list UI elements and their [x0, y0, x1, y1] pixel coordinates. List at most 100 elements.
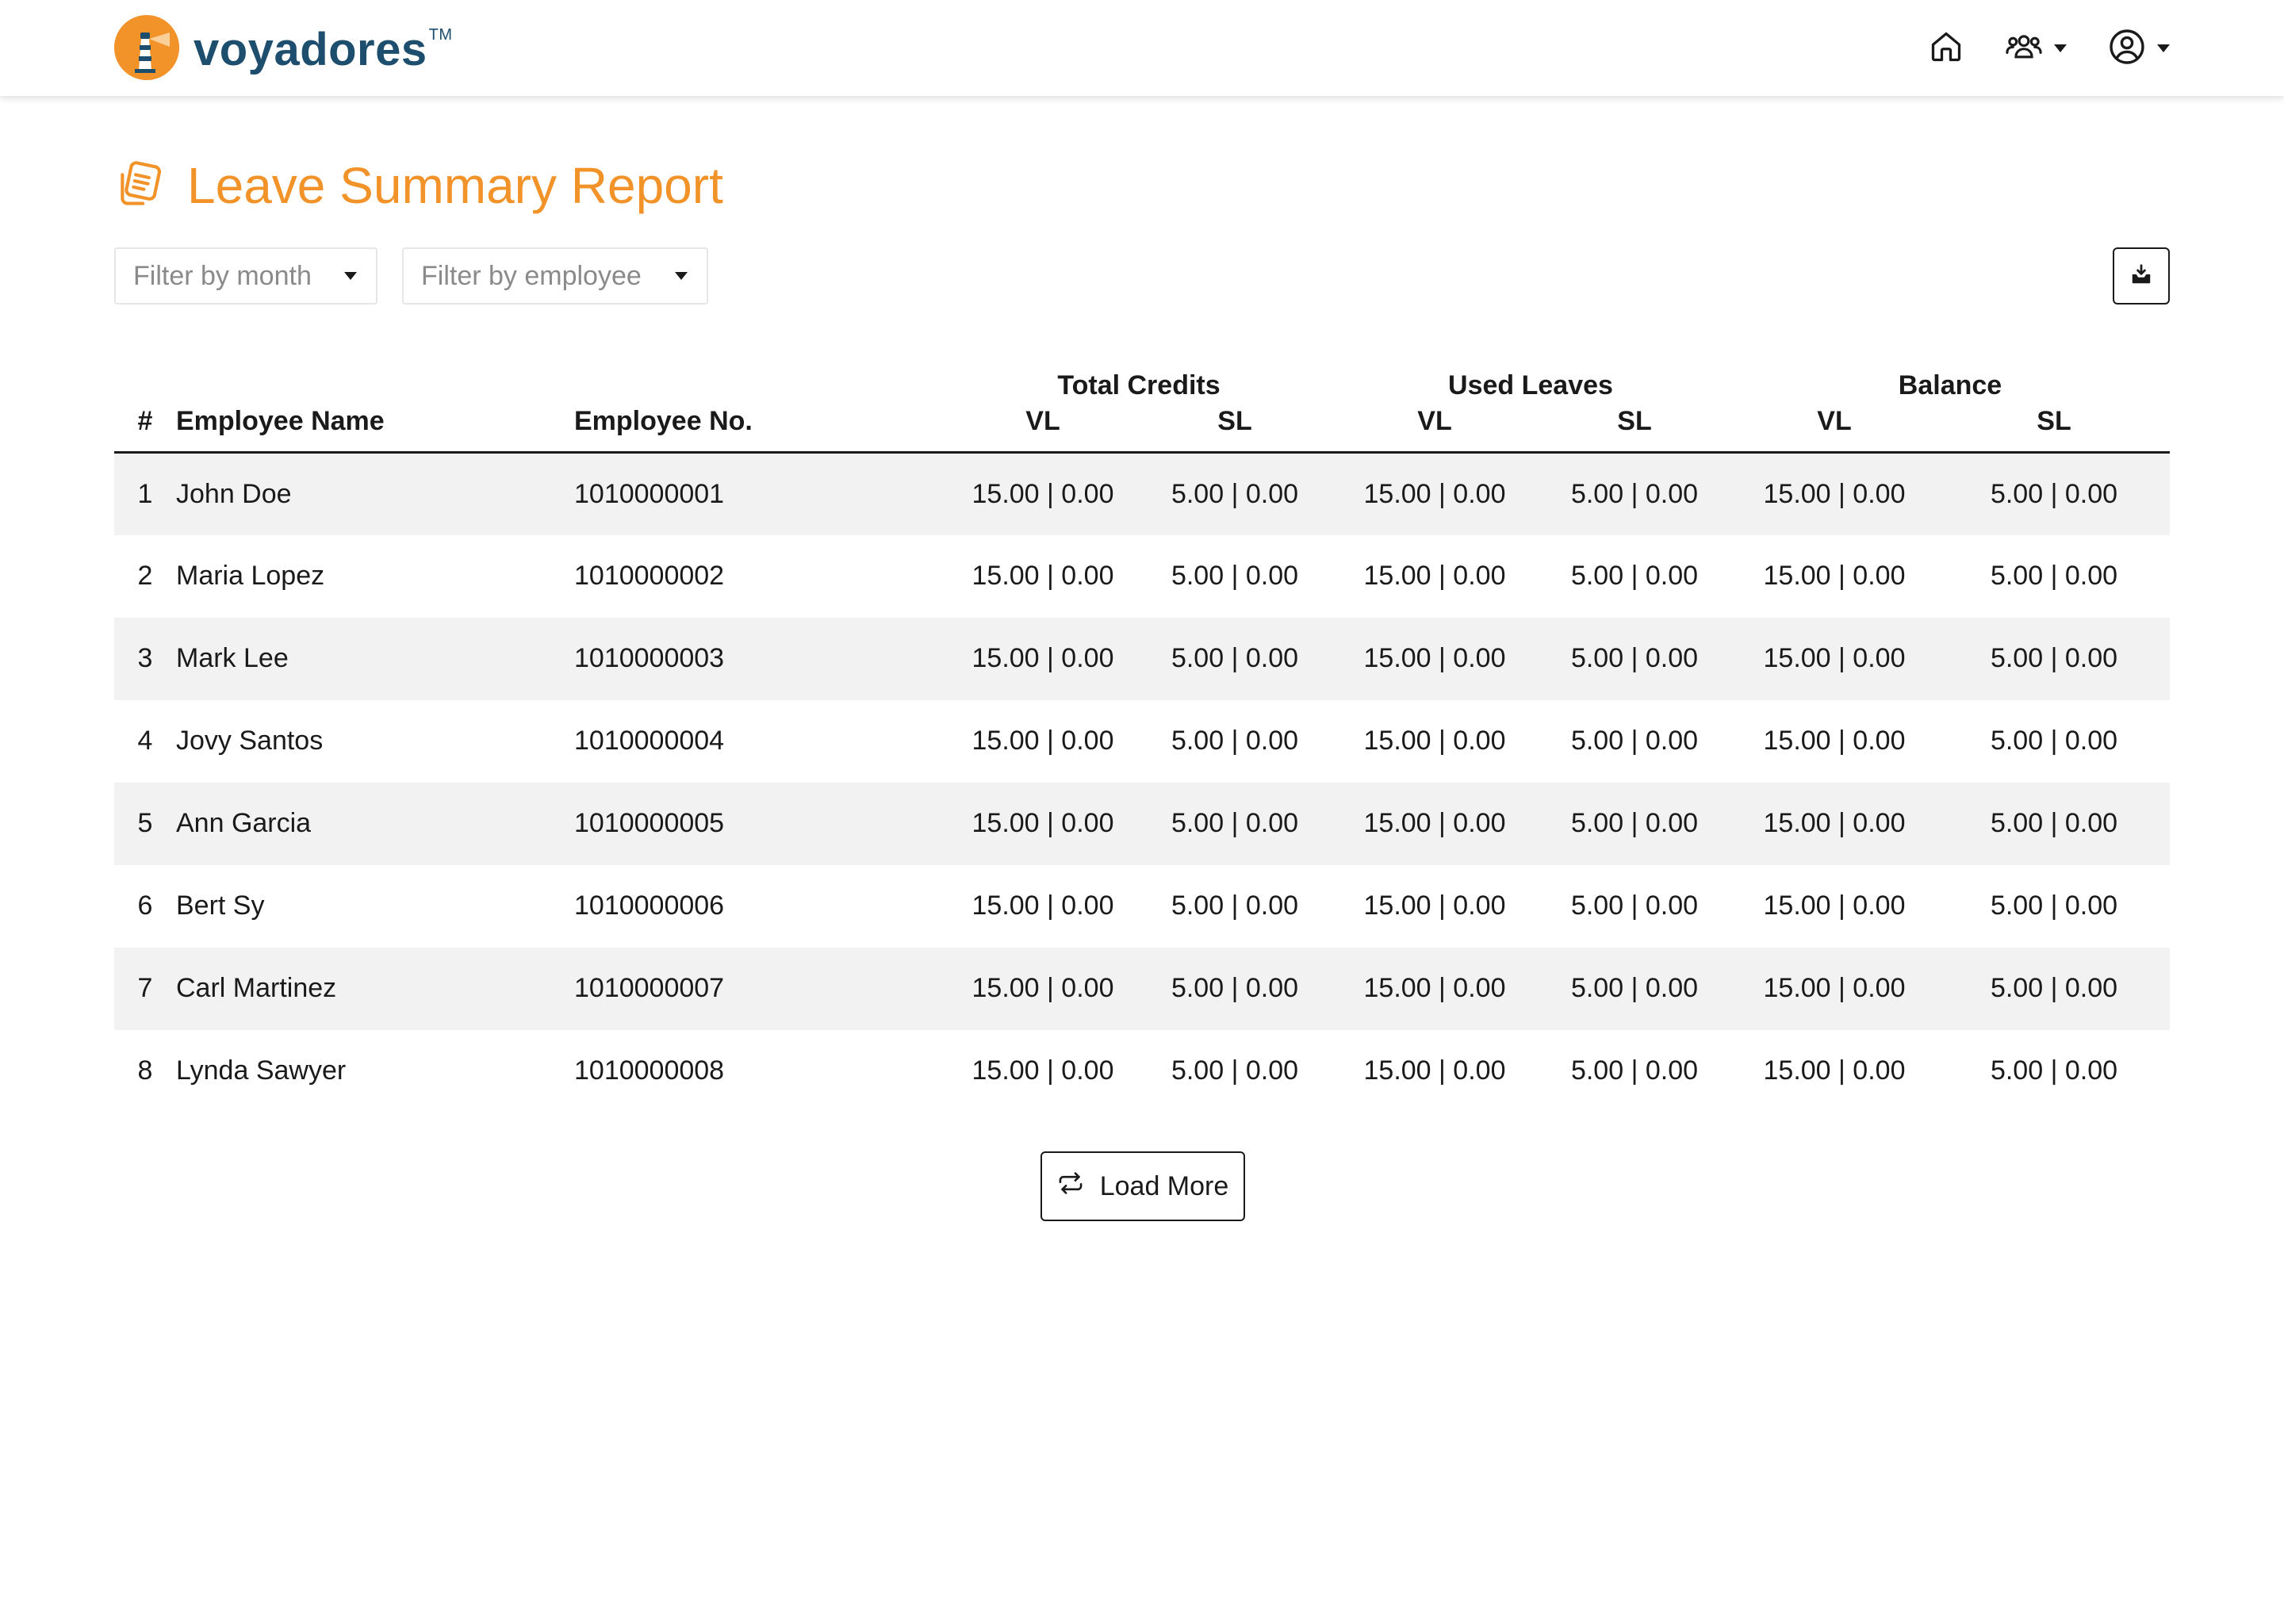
cell-row-number: 1 — [114, 452, 176, 535]
nav-actions — [1929, 24, 2170, 73]
cell-employee-name: Maria Lopez — [176, 534, 574, 618]
cell-used-leaves-vl: 15.00 | 0.00 — [1331, 452, 1539, 535]
cell-total-credits-vl: 15.00 | 0.00 — [947, 534, 1139, 618]
cell-balance-vl: 15.00 | 0.00 — [1730, 864, 1938, 948]
cell-row-number: 2 — [114, 534, 176, 618]
filter-by-month-select[interactable]: Filter by month — [114, 247, 377, 304]
cell-balance-sl: 5.00 | 0.00 — [1938, 534, 2170, 618]
cell-balance-vl: 15.00 | 0.00 — [1730, 699, 1938, 783]
export-button[interactable] — [2113, 247, 2170, 304]
cell-used-leaves-vl: 15.00 | 0.00 — [1331, 699, 1539, 783]
cell-employee-name: Mark Lee — [176, 617, 574, 700]
cell-balance-vl: 15.00 | 0.00 — [1730, 452, 1938, 535]
cell-used-leaves-sl: 5.00 | 0.00 — [1539, 452, 1730, 535]
team-menu-button[interactable] — [2005, 24, 2067, 73]
cell-balance-sl: 5.00 | 0.00 — [1938, 947, 2170, 1030]
cell-used-leaves-sl: 5.00 | 0.00 — [1539, 617, 1730, 700]
filter-by-employee-select[interactable]: Filter by employee — [402, 247, 708, 304]
cell-balance-sl: 5.00 | 0.00 — [1938, 617, 2170, 700]
cell-total-credits-vl: 15.00 | 0.00 — [947, 864, 1139, 948]
chevron-down-icon — [675, 272, 688, 280]
cell-used-leaves-vl: 15.00 | 0.00 — [1331, 534, 1539, 618]
cell-total-credits-vl: 15.00 | 0.00 — [947, 617, 1139, 700]
cell-employee-no: 1010000007 — [574, 947, 947, 1030]
cell-employee-name: Lynda Sawyer — [176, 1029, 574, 1113]
group-header-total-credits: Total Credits — [1057, 370, 1221, 400]
cell-balance-vl: 15.00 | 0.00 — [1730, 1029, 1938, 1113]
cell-used-leaves-vl: 15.00 | 0.00 — [1331, 864, 1539, 948]
cell-employee-name: John Doe — [176, 452, 574, 535]
cell-total-credits-vl: 15.00 | 0.00 — [947, 699, 1139, 783]
cell-row-number: 5 — [114, 782, 176, 865]
cell-total-credits-vl: 15.00 | 0.00 — [947, 947, 1139, 1030]
cell-used-leaves-sl: 5.00 | 0.00 — [1539, 699, 1730, 783]
column-header-total-credits-sl: SL — [1139, 406, 1331, 454]
cell-employee-name: Ann Garcia — [176, 782, 574, 865]
cell-employee-no: 1010000008 — [574, 1029, 947, 1113]
download-tray-icon — [2129, 262, 2153, 290]
cell-total-credits-sl: 5.00 | 0.00 — [1139, 1029, 1331, 1113]
table-row[interactable]: 4 Jovy Santos 1010000004 15.00 | 0.00 5.00 |… — [114, 699, 2170, 783]
brand-name: voyadores TM — [194, 23, 453, 76]
table-header-row: # Employee Name Employee No. VL SL VL SL… — [114, 406, 2170, 454]
cell-balance-sl: 5.00 | 0.00 — [1938, 782, 2170, 865]
cell-used-leaves-vl: 15.00 | 0.00 — [1331, 1029, 1539, 1113]
cell-total-credits-sl: 5.00 | 0.00 — [1139, 699, 1331, 783]
column-header-used-leaves-sl: SL — [1539, 406, 1730, 454]
account-menu-button[interactable] — [2108, 24, 2170, 73]
cell-total-credits-vl: 15.00 | 0.00 — [947, 782, 1139, 865]
column-header-total-credits-vl: VL — [947, 406, 1139, 454]
cell-used-leaves-sl: 5.00 | 0.00 — [1539, 864, 1730, 948]
cell-balance-sl: 5.00 | 0.00 — [1938, 699, 2170, 783]
table-row[interactable]: 3 Mark Lee 1010000003 15.00 | 0.00 5.00 | 0.… — [114, 617, 2170, 700]
table-body: 1 John Doe 1010000001 15.00 | 0.00 5.00 | 0.… — [114, 452, 2170, 1113]
home-button[interactable] — [1929, 24, 1964, 73]
home-icon — [1929, 29, 1964, 68]
table-row[interactable]: 2 Maria Lopez 1010000002 15.00 | 0.00 5.00 |… — [114, 534, 2170, 618]
table-group-header-row: Total Credits Used Leaves Balance — [114, 343, 2170, 406]
cell-used-leaves-vl: 15.00 | 0.00 — [1331, 947, 1539, 1030]
cell-used-leaves-sl: 5.00 | 0.00 — [1539, 1029, 1730, 1113]
column-header-employee-name: Employee Name — [176, 406, 574, 454]
cell-row-number: 6 — [114, 864, 176, 948]
chevron-down-icon — [2054, 44, 2067, 52]
filter-by-month-placeholder: Filter by month — [133, 260, 312, 291]
cell-employee-no: 1010000005 — [574, 782, 947, 865]
cell-total-credits-sl: 5.00 | 0.00 — [1139, 947, 1331, 1030]
cell-row-number: 8 — [114, 1029, 176, 1113]
cell-total-credits-sl: 5.00 | 0.00 — [1139, 782, 1331, 865]
chevron-down-icon — [344, 272, 357, 280]
load-more-label: Load More — [1099, 1170, 1229, 1201]
leave-summary-table: Total Credits Used Leaves Balance # Empl… — [114, 343, 2170, 1113]
cell-used-leaves-sl: 5.00 | 0.00 — [1539, 947, 1730, 1030]
brand-name-text: voyadores — [194, 23, 427, 75]
cell-balance-sl: 5.00 | 0.00 — [1938, 1029, 2170, 1113]
column-header-balance-sl: SL — [1938, 406, 2170, 454]
group-header-used-leaves: Used Leaves — [1448, 370, 1613, 400]
table-row[interactable]: 7 Carl Martinez 1010000007 15.00 | 0.00 5.00… — [114, 947, 2170, 1030]
table-row[interactable]: 5 Ann Garcia 1010000005 15.00 | 0.00 5.00 | … — [114, 782, 2170, 865]
brand[interactable]: voyadores TM — [114, 14, 453, 81]
brand-trademark: TM — [428, 25, 453, 44]
cell-employee-name: Jovy Santos — [176, 699, 574, 783]
cell-total-credits-vl: 15.00 | 0.00 — [947, 1029, 1139, 1113]
table-row[interactable]: 6 Bert Sy 1010000006 15.00 | 0.00 5.00 | 0.0… — [114, 864, 2170, 948]
cell-row-number: 7 — [114, 947, 176, 1030]
user-circle-icon — [2108, 28, 2146, 70]
cell-employee-no: 1010000004 — [574, 699, 947, 783]
cell-employee-no: 1010000006 — [574, 864, 947, 948]
repeat-arrows-icon — [1057, 1171, 1084, 1202]
table-row[interactable]: 1 John Doe 1010000001 15.00 | 0.00 5.00 | 0.… — [114, 452, 2170, 535]
cell-used-leaves-sl: 5.00 | 0.00 — [1539, 782, 1730, 865]
cell-total-credits-sl: 5.00 | 0.00 — [1139, 864, 1331, 948]
group-header-balance: Balance — [1898, 370, 2002, 400]
cell-used-leaves-vl: 15.00 | 0.00 — [1331, 617, 1539, 700]
top-navigation-bar: voyadores TM — [0, 0, 2284, 96]
load-more-button[interactable]: Load More — [1040, 1151, 1245, 1221]
column-header-number: # — [114, 406, 176, 454]
page-title: Leave Summary Report — [187, 157, 723, 214]
cell-balance-vl: 15.00 | 0.00 — [1730, 947, 1938, 1030]
table-row[interactable]: 8 Lynda Sawyer 1010000008 15.00 | 0.00 5.00 … — [114, 1029, 2170, 1113]
cell-employee-name: Bert Sy — [176, 864, 574, 948]
cell-row-number: 4 — [114, 699, 176, 783]
